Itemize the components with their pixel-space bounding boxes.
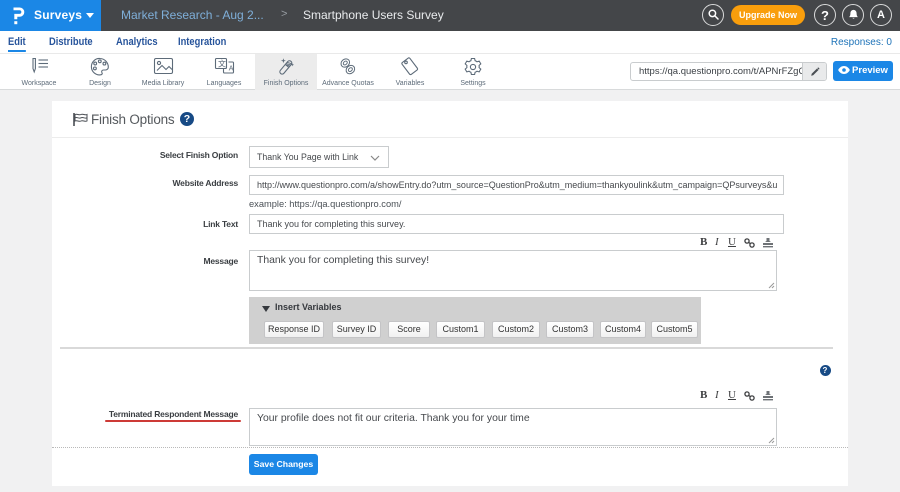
svg-text:文: 文 — [218, 59, 226, 69]
svg-text:A: A — [228, 66, 233, 73]
